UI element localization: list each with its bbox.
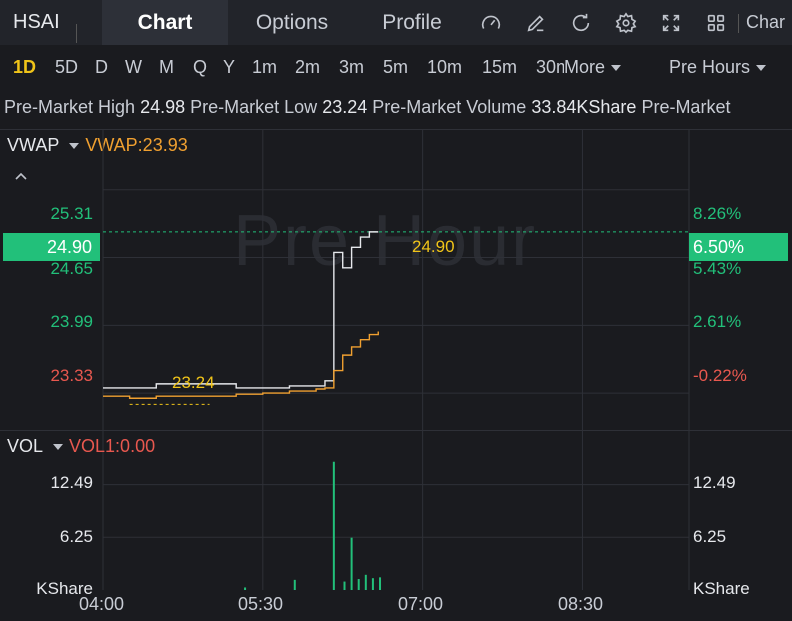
session-dropdown[interactable]: Pre Hours — [669, 57, 772, 78]
chart-grid — [102, 130, 690, 590]
price-chart — [102, 130, 690, 590]
premarket-volume-label: Pre-Market Volume — [372, 97, 527, 117]
current-pct-tag: 6.50% — [689, 233, 788, 261]
y-left-label: 23.33 — [50, 366, 93, 385]
volume-bar — [364, 574, 367, 590]
period-m[interactable]: M — [159, 57, 174, 78]
chevron-down-icon — [53, 444, 64, 451]
y-right-label: 5.43% — [693, 259, 742, 278]
volume-bar — [343, 581, 346, 590]
vol-y-right-label: 6.25 — [693, 527, 727, 546]
collapse-icon[interactable] — [14, 168, 28, 186]
x-axis-label: 07:00 — [398, 594, 444, 614]
vol-y-right-label: KShare — [693, 579, 750, 598]
premarket-stats: Pre-Market High 24.98 Pre-Market Low 23.… — [4, 97, 730, 118]
period-q[interactable]: Q — [193, 57, 207, 78]
period-w[interactable]: W — [125, 57, 142, 78]
grid-layout-icon[interactable] — [693, 0, 738, 45]
period-15m[interactable]: 15m — [482, 57, 517, 78]
volume-bar — [357, 579, 360, 590]
ticker-divider — [76, 24, 77, 43]
volume-bar — [371, 578, 374, 590]
chevron-down-icon — [69, 143, 80, 150]
period-d[interactable]: D — [95, 57, 108, 78]
stats-divider — [0, 129, 792, 130]
y-right-label: 2.61% — [693, 312, 742, 331]
vwap-indicator-selector[interactable]: VWAP VWAP:23.93 — [7, 135, 188, 156]
period-2m[interactable]: 2m — [295, 57, 320, 78]
edit-icon[interactable] — [513, 0, 558, 45]
period-1m[interactable]: 1m — [252, 57, 277, 78]
tab-profile[interactable]: Profile — [356, 0, 468, 45]
vwap-value: VWAP:23.93 — [85, 135, 188, 155]
period-5m[interactable]: 5m — [383, 57, 408, 78]
x-axis-label: 04:00 — [79, 594, 125, 614]
vwap-line — [103, 331, 379, 399]
period-5d[interactable]: 5D — [55, 57, 78, 78]
vol-value: VOL1:0.00 — [69, 436, 156, 456]
period-30m[interactable]: 30m — [536, 57, 564, 78]
volume-bar — [379, 577, 382, 590]
premarket-volume-value: 33.84KShare — [531, 97, 637, 117]
top-bar: HSAI Chart Options Profile Char — [0, 0, 792, 45]
ticker-symbol: HSAI — [0, 11, 80, 43]
premarket-high-label: Pre-Market High — [4, 97, 136, 117]
chevron-down-icon — [756, 64, 766, 71]
tab-chart[interactable]: Chart — [102, 0, 228, 45]
chevron-down-icon — [611, 64, 622, 71]
volume-bar — [350, 537, 353, 590]
period-10m[interactable]: 10m — [427, 57, 462, 78]
more-periods-dropdown[interactable]: More — [564, 57, 627, 78]
premarket-low-value: 23.24 — [322, 97, 368, 117]
y-right-label: -0.22% — [693, 366, 747, 385]
period-1d[interactable]: 1D — [13, 57, 36, 78]
tab-divider — [738, 14, 739, 33]
y-left-label: 24.65 — [50, 259, 93, 278]
volume-bars — [244, 461, 382, 590]
session-watermark: Pre Hour — [233, 201, 538, 281]
y-left-label: 25.31 — [50, 204, 93, 223]
volume-bar — [293, 579, 296, 590]
x-axis-label: 05:30 — [238, 594, 284, 614]
premarket-low-label: Pre-Market Low — [190, 97, 318, 117]
vol-y-left-label: 12.49 — [50, 473, 93, 492]
volume-bar — [244, 587, 247, 590]
x-axis-label: 08:30 — [558, 594, 604, 614]
tab-options[interactable]: Options — [228, 0, 356, 45]
vol-y-left-label: 6.25 — [59, 527, 93, 546]
y-right-label: 8.26% — [693, 204, 742, 223]
period-selector: 1D 5D D W M Q Y 1m 2m 3m 5m 10m 15m 30m … — [0, 45, 792, 89]
gauge-icon[interactable] — [468, 0, 513, 45]
gear-icon[interactable] — [603, 0, 648, 45]
y-left-label: 23.99 — [50, 312, 93, 331]
period-3m[interactable]: 3m — [339, 57, 364, 78]
tab-chart-overflow[interactable]: Char — [738, 12, 785, 33]
vol-y-right-label: 12.49 — [693, 473, 736, 492]
period-y[interactable]: Y — [223, 57, 235, 78]
fullscreen-icon[interactable] — [648, 0, 693, 45]
low-price-marker: 23.24 — [172, 373, 215, 392]
panel-divider — [0, 430, 792, 431]
refresh-icon[interactable] — [558, 0, 603, 45]
premarket-trailing-label: Pre-Market — [641, 97, 731, 117]
current-price-marker: 24.90 — [412, 237, 455, 256]
vol-indicator-selector[interactable]: VOL VOL1:0.00 — [7, 436, 155, 457]
premarket-high-value: 24.98 — [140, 97, 186, 117]
current-price-tag: 24.90 — [3, 233, 100, 261]
volume-bar — [332, 461, 335, 590]
